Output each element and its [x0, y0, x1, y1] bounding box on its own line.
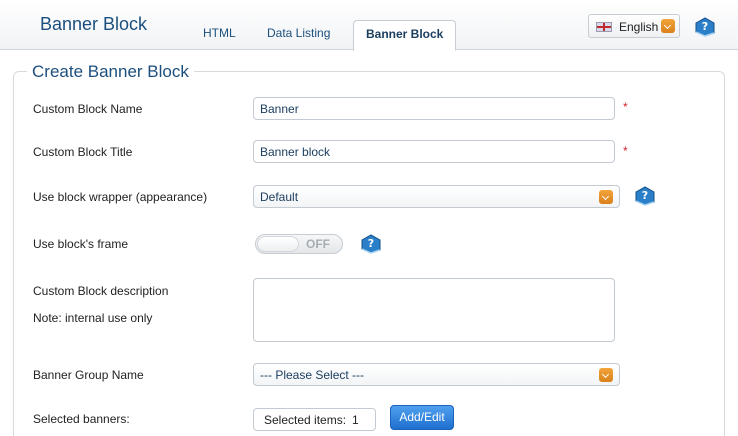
help-book-icon[interactable]: ? — [634, 184, 656, 206]
app-title: Banner Block — [40, 14, 148, 34]
block-wrapper-select[interactable]: Default — [253, 185, 620, 208]
panel-title: Create Banner Block — [27, 62, 194, 82]
selected-items-label: Selected items: — [264, 413, 347, 427]
banner-group-label: Banner Group Name — [33, 368, 144, 382]
toggle-knob — [257, 236, 299, 252]
tab-banner-block[interactable]: Banner Block — [353, 20, 457, 51]
block-title-label: Custom Block Title — [33, 145, 133, 159]
uk-flag-icon — [596, 22, 612, 32]
block-title-input[interactable]: Banner block — [253, 140, 615, 163]
banner-group-select[interactable]: --- Please Select --- — [253, 363, 620, 386]
tab-data-listing[interactable]: Data Listing — [255, 20, 342, 51]
chevron-down-icon — [599, 190, 613, 204]
language-selector[interactable]: English — [588, 14, 680, 38]
tab-html[interactable]: HTML — [191, 20, 248, 51]
block-name-label: Custom Block Name — [33, 102, 143, 116]
svg-text:?: ? — [642, 189, 648, 202]
description-label: Custom Block description — [33, 284, 169, 298]
block-name-input[interactable]: Banner — [253, 97, 615, 120]
svg-text:?: ? — [368, 237, 374, 250]
help-book-icon[interactable]: ? — [360, 232, 382, 254]
svg-text:?: ? — [702, 20, 708, 33]
description-textarea[interactable] — [253, 278, 615, 342]
description-note: Note: internal use only — [33, 311, 153, 325]
toggle-state-label: OFF — [306, 237, 330, 251]
language-label: English — [619, 20, 659, 34]
selected-items-count: Selected items: 1 — [253, 408, 376, 431]
chevron-down-icon — [661, 19, 675, 33]
block-frame-toggle[interactable]: OFF — [255, 234, 343, 254]
chevron-down-icon — [599, 368, 613, 382]
banner-group-value: --- Please Select --- — [260, 368, 365, 382]
block-wrapper-value: Default — [260, 190, 299, 204]
block-wrapper-label: Use block wrapper (appearance) — [33, 190, 208, 204]
add-edit-button[interactable]: Add/Edit — [390, 405, 454, 430]
selected-items-number: 1 — [352, 413, 359, 427]
required-marker: * — [623, 144, 628, 158]
help-book-icon[interactable]: ? — [694, 15, 716, 37]
selected-banners-label: Selected banners: — [33, 412, 130, 426]
required-marker: * — [623, 100, 628, 114]
block-frame-label: Use block's frame — [33, 237, 128, 251]
